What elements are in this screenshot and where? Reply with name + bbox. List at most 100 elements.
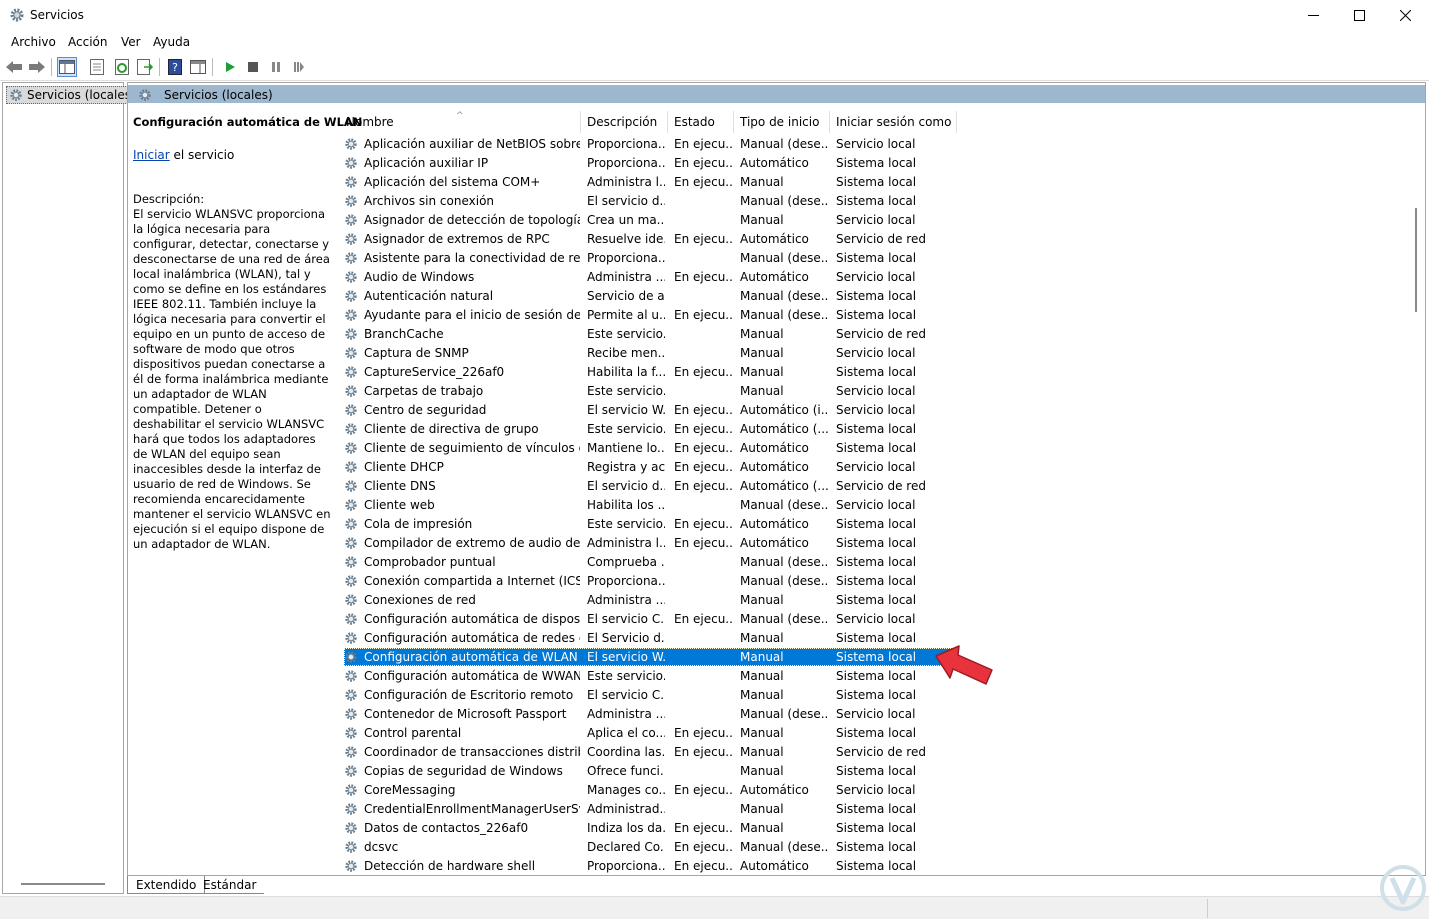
service-row[interactable]: Datos de contactos_226af0 Indiza los da..… <box>342 819 1412 838</box>
service-row[interactable]: Configuración automática de WWAN Este ser… <box>342 667 1412 686</box>
service-startup-type: Automático <box>740 460 809 474</box>
service-description: Este servicio... <box>587 384 665 398</box>
service-row[interactable]: Carpetas de trabajo Este servicio... Manua… <box>342 382 1412 401</box>
service-row[interactable]: Detección de hardware shell Proporciona..… <box>342 857 1412 875</box>
service-name: BranchCache <box>364 327 444 341</box>
tab-estandar[interactable]: Estándar <box>195 876 265 894</box>
service-row[interactable]: BranchCache Este servicio... Manual Servici… <box>342 325 1412 344</box>
service-startup-type: Manual <box>740 327 784 341</box>
start-service-button[interactable] <box>220 57 240 77</box>
service-row[interactable]: Comprobador puntual Comprueba ... Manual (… <box>342 553 1412 572</box>
service-description: El servicio W... <box>587 650 665 664</box>
column-header-status[interactable]: Estado <box>674 115 715 129</box>
service-row[interactable]: Configuración de Escritorio remoto El ser… <box>342 686 1412 705</box>
pause-service-button[interactable] <box>266 57 286 77</box>
service-description: Este servicio... <box>587 422 665 436</box>
service-row[interactable]: CredentialEnrollmentManagerUserSvc_... Ad… <box>342 800 1412 819</box>
show-hide-action-pane-button[interactable] <box>188 57 208 77</box>
gear-icon <box>345 271 357 283</box>
service-row[interactable]: Cliente de seguimiento de vínculos dist.… <box>342 439 1412 458</box>
service-status: En ejecu... <box>674 536 732 550</box>
service-row[interactable]: Captura de SNMP Recibe men... Manual Servic… <box>342 344 1412 363</box>
service-details-panel: Configuración automática de WLAN Iniciar… <box>133 115 363 552</box>
gear-icon <box>345 404 357 416</box>
stop-service-button[interactable] <box>243 57 263 77</box>
tab-extendido[interactable]: Extendido <box>127 876 206 894</box>
close-button[interactable] <box>1382 0 1428 31</box>
service-row[interactable]: Cliente web Habilita los ... Manual (dese.… <box>342 496 1412 515</box>
service-log-on-as: Servicio de red <box>836 327 926 341</box>
service-row[interactable]: Aplicación del sistema COM+ Administra l.… <box>342 173 1412 192</box>
service-row[interactable]: Cola de impresión Este servicio... En ejec… <box>342 515 1412 534</box>
service-row[interactable]: Control parental Aplica el co... En ejecu.… <box>342 724 1412 743</box>
menu-archivo[interactable]: Archivo <box>11 35 56 49</box>
column-header-log-on-as[interactable]: Iniciar sesión como <box>836 115 951 129</box>
column-header-name[interactable]: Nombre <box>346 115 394 129</box>
service-row-selected[interactable]: Configuración automática de WLAN El servi… <box>342 648 1412 667</box>
horizontal-scrollbar[interactable] <box>21 883 105 885</box>
service-row[interactable]: Cliente DNS El servicio d... En ejecu... Au… <box>342 477 1412 496</box>
description-text: El servicio WLANSVC proporciona la lógic… <box>133 207 331 551</box>
service-row[interactable]: Configuración automática de redes cab...… <box>342 629 1412 648</box>
menu-accion[interactable]: Acción <box>68 35 107 49</box>
service-row[interactable]: Aplicación auxiliar de NetBIOS sobre TC.… <box>342 135 1412 154</box>
logo-watermark-icon <box>1380 865 1426 911</box>
column-separator[interactable] <box>580 111 581 133</box>
tree-item-label: Servicios (locales) <box>27 88 136 102</box>
service-row[interactable]: Coordinador de transacciones distribui..… <box>342 743 1412 762</box>
column-separator[interactable] <box>956 111 957 133</box>
restart-service-button[interactable] <box>289 57 309 77</box>
service-row[interactable]: CoreMessaging Manages co... En ejecu... Aut… <box>342 781 1412 800</box>
service-description: Administra ... <box>587 707 665 721</box>
gear-icon <box>345 537 357 549</box>
service-row[interactable]: Conexión compartida a Internet (ICS) Prop… <box>342 572 1412 591</box>
service-row[interactable]: Centro de seguridad El servicio W... En ej… <box>342 401 1412 420</box>
service-startup-type: Manual <box>740 726 784 740</box>
column-separator[interactable] <box>829 111 830 133</box>
back-button[interactable] <box>4 57 24 77</box>
start-service-link[interactable]: Iniciar <box>133 148 170 162</box>
service-row[interactable]: dcsvc Declared Co... En ejecu... Manual (de… <box>342 838 1412 857</box>
gear-icon <box>345 727 357 739</box>
console-tree-button[interactable] <box>57 57 77 77</box>
service-row[interactable]: Asistente para la conectividad de red Pro… <box>342 249 1412 268</box>
service-row[interactable]: CaptureService_226af0 Habilita la f... En … <box>342 363 1412 382</box>
column-header-startup-type[interactable]: Tipo de inicio <box>740 115 819 129</box>
service-status: En ejecu... <box>674 783 732 797</box>
export-list-button[interactable] <box>135 57 155 77</box>
service-row[interactable]: Asignador de detección de topologías ...… <box>342 211 1412 230</box>
service-row[interactable]: Cliente DHCP Registra y ac... En ejecu... A… <box>342 458 1412 477</box>
forward-button[interactable] <box>27 57 47 77</box>
refresh-button[interactable] <box>112 57 132 77</box>
service-row[interactable]: Configuración automática de dispositiv..… <box>342 610 1412 629</box>
column-separator[interactable] <box>733 111 734 133</box>
vertical-scrollbar[interactable] <box>1413 104 1419 872</box>
selected-service-title: Configuración automática de WLAN <box>133 115 363 129</box>
menu-ver[interactable]: Ver <box>121 35 141 49</box>
properties-button[interactable] <box>87 57 107 77</box>
refresh-icon <box>115 59 129 75</box>
service-row[interactable]: Ayudante para el inicio de sesión de cu.… <box>342 306 1412 325</box>
service-startup-type: Manual <box>740 365 784 379</box>
service-row[interactable]: Asignador de extremos de RPC Resuelve ide… <box>342 230 1412 249</box>
maximize-button[interactable] <box>1336 0 1382 31</box>
service-description: Habilita los ... <box>587 498 665 512</box>
minimize-button[interactable] <box>1290 0 1336 31</box>
service-row[interactable]: Archivos sin conexión El servicio d... Man… <box>342 192 1412 211</box>
service-row[interactable]: Compilador de extremo de audio de Wi... A… <box>342 534 1412 553</box>
service-log-on-as: Sistema local <box>836 840 917 854</box>
service-row[interactable]: Conexiones de red Administra ... Manual Sis… <box>342 591 1412 610</box>
service-row[interactable]: Copias de seguridad de Windows Ofrece fun… <box>342 762 1412 781</box>
service-row[interactable]: Cliente de directiva de grupo Este servic… <box>342 420 1412 439</box>
scrollbar-thumb[interactable] <box>1415 208 1417 312</box>
service-row[interactable]: Aplicación auxiliar IP Proporciona... En e… <box>342 154 1412 173</box>
help-button[interactable]: ? <box>165 57 185 77</box>
column-separator[interactable] <box>667 111 668 133</box>
service-row[interactable]: Autenticación natural Servicio de a... Man… <box>342 287 1412 306</box>
menu-ayuda[interactable]: Ayuda <box>153 35 190 49</box>
service-row[interactable]: Contenedor de Microsoft Passport Administ… <box>342 705 1412 724</box>
service-row[interactable]: Audio de Windows Administra ... En ejecu..… <box>342 268 1412 287</box>
tree-item-services-local[interactable]: Servicios (locales) <box>6 86 140 104</box>
gear-icon <box>345 708 357 720</box>
column-header-description[interactable]: Descripción <box>587 115 657 129</box>
